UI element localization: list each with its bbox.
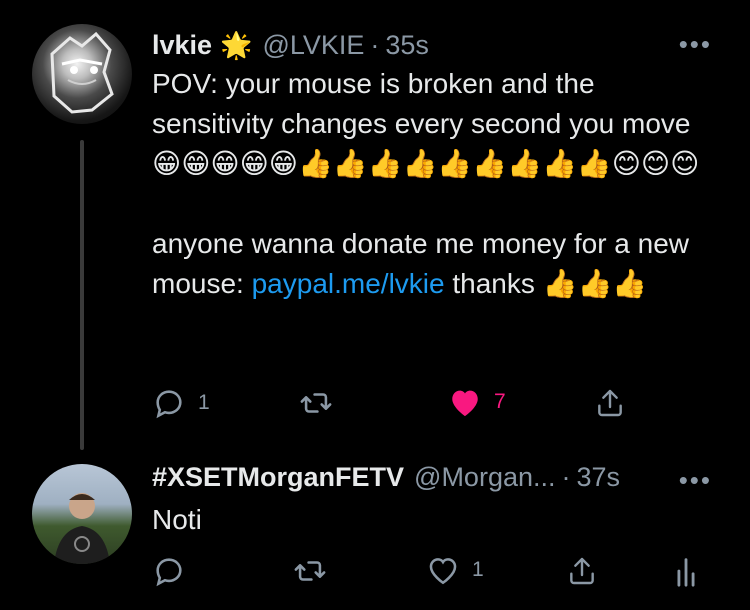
reply-button[interactable] — [152, 554, 186, 588]
share-button[interactable] — [566, 554, 598, 588]
more-options-icon[interactable]: ••• — [679, 467, 712, 493]
timestamp[interactable]: 37s — [577, 462, 621, 493]
star-badge-icon: 🌟 — [220, 31, 253, 61]
tweet-text: Noti — [152, 504, 202, 535]
reply-button[interactable]: 1 — [152, 386, 210, 420]
tweet-1[interactable]: lvkie 🌟 @LVKIE · 35s ••• POV: your mouse… — [0, 0, 750, 450]
retweet-button[interactable] — [298, 386, 334, 420]
share-icon — [598, 389, 622, 417]
avatar-morgan[interactable] — [32, 464, 132, 564]
share-icon — [570, 557, 594, 585]
retweet-button[interactable] — [292, 554, 328, 588]
tweet-2[interactable]: #XSETMorganFETV @Morgan... · 37s ••• Not… — [0, 450, 750, 610]
timestamp[interactable]: 35s — [385, 30, 429, 61]
more-options-icon[interactable]: ••• — [679, 31, 712, 57]
separator-dot: · — [561, 462, 571, 492]
analytics-icon — [677, 558, 695, 587]
handle[interactable]: @LVKIE — [262, 30, 364, 61]
tweet-body: POV: your mouse is broken and the sensit… — [152, 68, 700, 299]
handle[interactable]: @Morgan... — [414, 462, 555, 493]
tweet-actions: 1 — [152, 554, 712, 594]
avatar-lvkie[interactable] — [32, 24, 132, 124]
analytics-button[interactable] — [674, 554, 698, 588]
like-count: 1 — [472, 558, 484, 581]
display-name[interactable]: #XSETMorganFETV — [152, 462, 404, 493]
tweet-header: #XSETMorganFETV @Morgan... · 37s — [152, 462, 620, 493]
tweet-header: lvkie 🌟 @LVKIE · 35s — [152, 30, 429, 61]
reply-icon — [156, 558, 182, 587]
tweet-text: POV: your mouse is broken and the sensit… — [152, 64, 712, 304]
reply-count: 1 — [198, 391, 210, 414]
retweet-icon — [294, 561, 326, 581]
tweet-actions: 1 7 — [152, 386, 632, 426]
heart-icon — [452, 390, 478, 417]
anime-portrait-icon — [50, 31, 114, 114]
display-name[interactable]: lvkie — [152, 30, 212, 61]
share-button[interactable] — [594, 386, 626, 420]
like-button[interactable]: 7 — [448, 386, 506, 418]
like-count: 7 — [494, 390, 506, 413]
like-button[interactable]: 1 — [426, 554, 484, 586]
thread-line — [80, 140, 84, 450]
person-photo-icon — [54, 493, 110, 564]
tweet-body-end: thanks 👍👍👍 — [444, 268, 648, 299]
separator-dot: · — [370, 30, 380, 60]
reply-icon — [156, 390, 182, 419]
retweet-icon — [300, 393, 332, 413]
heart-icon — [429, 558, 457, 585]
paypal-link[interactable]: paypal.me/lvkie — [252, 268, 445, 299]
